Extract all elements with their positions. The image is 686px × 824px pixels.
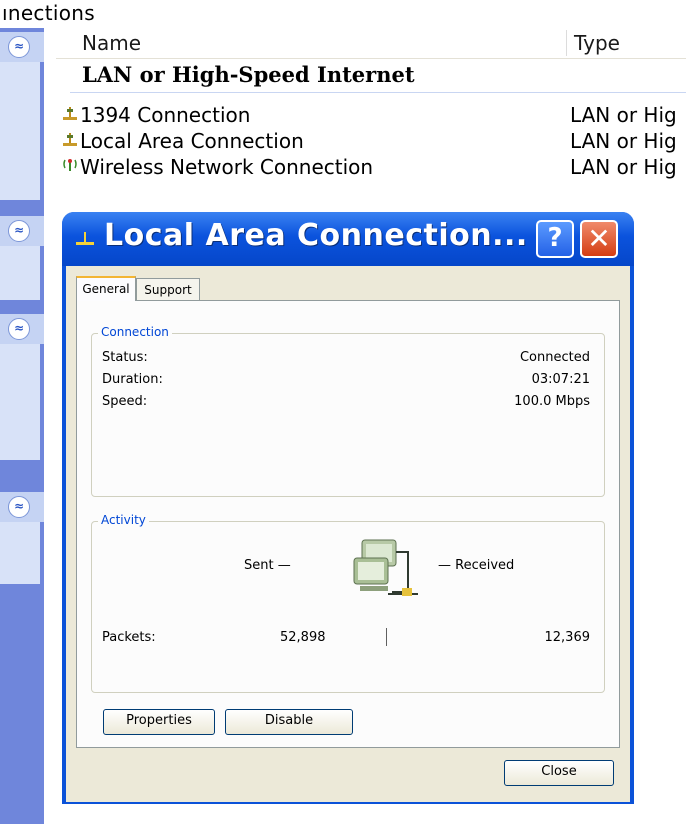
- disable-button[interactable]: Disable: [225, 709, 353, 735]
- list-item[interactable]: Wireless Network Connection LAN or Hig: [62, 154, 686, 180]
- packets-received-value: 12,369: [544, 630, 591, 645]
- connection-name: 1394 Connection: [80, 103, 251, 127]
- tab-support[interactable]: Support: [136, 278, 200, 300]
- network-activity-icon: [348, 536, 428, 606]
- lan-plug-icon: [74, 230, 96, 250]
- task-sidebar: ≈ ≈ ≈ ≈: [0, 28, 44, 824]
- task-panel: [0, 246, 40, 300]
- lan-plug-icon: [62, 129, 78, 147]
- dialog-titlebar[interactable]: Local Area Connection... ? ✕: [62, 212, 634, 266]
- lan-plug-icon: [62, 103, 78, 121]
- task-panel: [0, 522, 40, 584]
- collapse-icon[interactable]: ≈: [8, 220, 30, 242]
- activity-legend: Activity: [98, 513, 149, 527]
- collapse-icon[interactable]: ≈: [8, 36, 30, 58]
- status-value: Connected: [519, 350, 590, 365]
- packets-divider: [386, 628, 387, 646]
- status-label: Status:: [102, 350, 148, 365]
- connection-name: Local Area Connection: [80, 129, 304, 153]
- list-item[interactable]: Local Area Connection LAN or Hig: [62, 128, 686, 154]
- close-button[interactable]: Close: [504, 760, 614, 786]
- tab-general[interactable]: General: [76, 276, 136, 301]
- packets-label: Packets:: [102, 630, 156, 645]
- connection-group: Connection Status: Connected Duration: 0…: [91, 325, 605, 497]
- connection-legend: Connection: [98, 325, 172, 339]
- close-window-button[interactable]: ✕: [580, 220, 618, 258]
- connection-type: LAN or Hig: [570, 103, 677, 127]
- sent-label: Sent —: [244, 558, 291, 573]
- collapse-icon[interactable]: ≈: [8, 318, 30, 340]
- task-panel: [0, 344, 40, 460]
- connection-type: LAN or Hig: [570, 129, 677, 153]
- tab-panel: Connection Status: Connected Duration: 0…: [76, 300, 620, 748]
- packets-sent-value: 52,898: [280, 630, 326, 645]
- speed-label: Speed:: [102, 394, 148, 409]
- group-header: LAN or High-Speed Internet: [82, 62, 415, 87]
- group-divider: [70, 92, 686, 93]
- connection-type: LAN or Hig: [570, 155, 677, 179]
- status-dialog: Local Area Connection... ? ✕ General Sup…: [62, 212, 634, 804]
- window-title: ınections: [2, 1, 95, 25]
- list-item[interactable]: 1394 Connection LAN or Hig: [62, 102, 686, 128]
- dialog-client: General Support Connection Status: Conne…: [66, 266, 630, 802]
- collapse-icon[interactable]: ≈: [8, 496, 30, 518]
- duration-label: Duration:: [102, 372, 163, 387]
- speed-value: 100.0 Mbps: [514, 394, 590, 409]
- column-headers: Name Type: [56, 28, 686, 59]
- activity-group: Activity Sent — — Received Packets: 52,8…: [91, 513, 605, 693]
- help-button[interactable]: ?: [536, 220, 574, 258]
- column-header-name[interactable]: Name: [82, 31, 141, 55]
- connection-name: Wireless Network Connection: [80, 155, 374, 179]
- dialog-title: Local Area Connection...: [104, 218, 528, 253]
- properties-button[interactable]: Properties: [103, 709, 215, 735]
- column-header-type[interactable]: Type: [574, 31, 620, 55]
- wireless-icon: [62, 155, 78, 173]
- duration-value: 03:07:21: [531, 372, 590, 387]
- column-divider[interactable]: [566, 30, 567, 56]
- received-label: — Received: [438, 558, 515, 573]
- task-panel: [0, 62, 40, 200]
